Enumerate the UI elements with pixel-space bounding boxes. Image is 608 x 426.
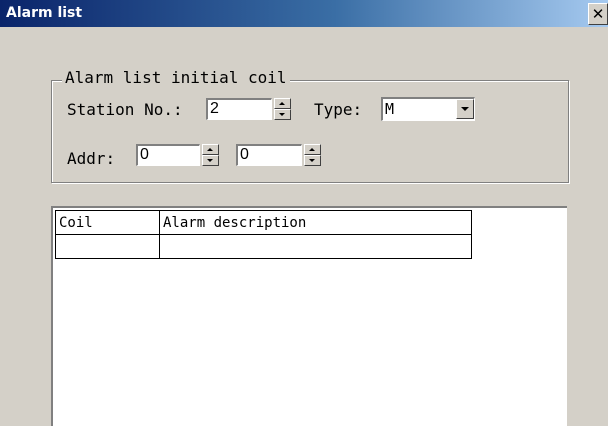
spin-up-icon[interactable] <box>304 144 321 155</box>
addr-spinner-2[interactable] <box>304 144 321 166</box>
station-spinner[interactable] <box>274 98 291 120</box>
type-value: M <box>385 100 395 118</box>
description-cell[interactable] <box>159 234 472 259</box>
chevron-down-icon[interactable] <box>456 99 474 119</box>
addr-label: Addr: <box>67 149 116 168</box>
close-icon: ✕ <box>591 5 605 23</box>
column-header-description[interactable]: Alarm description <box>159 210 472 235</box>
alarm-table[interactable]: Coil Alarm description <box>55 210 472 259</box>
addr-spinner-1[interactable] <box>202 144 219 166</box>
type-select[interactable]: M <box>381 97 475 121</box>
close-button[interactable]: ✕ <box>588 3 608 25</box>
addr-value-1: 0 <box>140 146 149 163</box>
addr-value-2: 0 <box>240 146 249 163</box>
spin-down-icon[interactable] <box>304 155 321 166</box>
addr-input-2[interactable]: 0 <box>236 144 302 166</box>
spin-down-icon[interactable] <box>202 155 219 166</box>
column-header-coil[interactable]: Coil <box>55 210 160 235</box>
table-row[interactable] <box>55 234 472 259</box>
table-header-row: Coil Alarm description <box>55 210 472 235</box>
station-label: Station No.: <box>67 100 183 119</box>
alarm-list-panel[interactable]: Coil Alarm description <box>51 206 567 426</box>
spin-down-icon[interactable] <box>274 109 291 120</box>
coil-cell[interactable] <box>55 234 160 259</box>
window-title: Alarm list <box>6 5 83 21</box>
type-label: Type: <box>314 100 363 119</box>
addr-input-1[interactable]: 0 <box>136 144 200 166</box>
spin-up-icon[interactable] <box>202 144 219 155</box>
station-input[interactable]: 2 <box>206 98 272 120</box>
title-bar: Alarm list <box>0 0 608 27</box>
spin-up-icon[interactable] <box>274 98 291 109</box>
groupbox-title: Alarm list initial coil <box>62 68 290 87</box>
initial-coil-groupbox <box>51 80 569 183</box>
station-value: 2 <box>210 100 219 117</box>
